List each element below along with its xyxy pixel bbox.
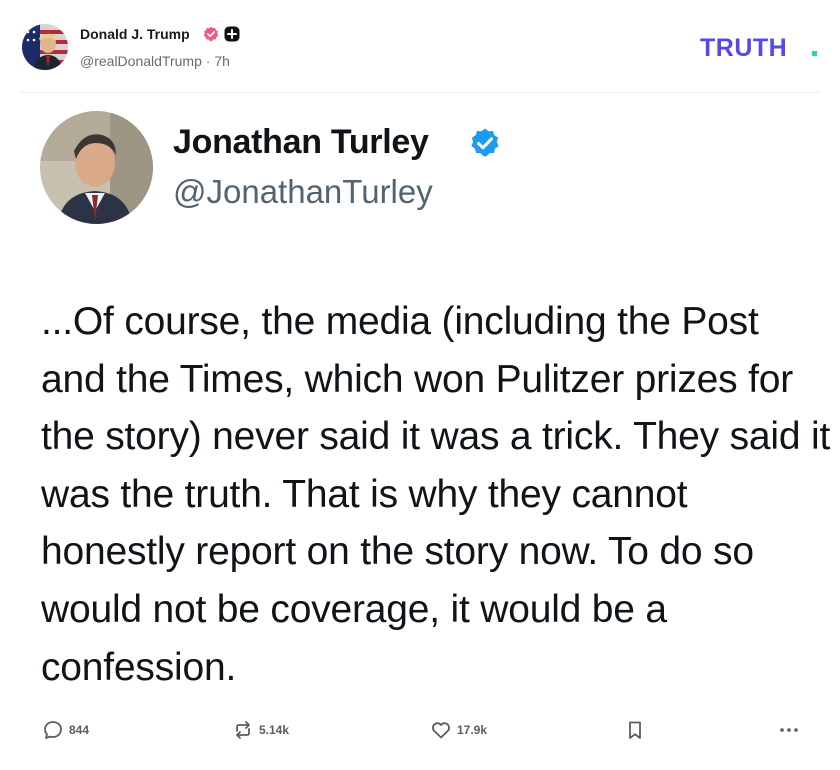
more-options-button[interactable]	[778, 718, 800, 742]
author-meta: @realDonaldTrump · 7h	[80, 53, 230, 69]
more-icon	[780, 728, 798, 732]
header-divider	[20, 92, 820, 93]
plus-badge-icon	[224, 26, 240, 42]
avatar-image	[22, 24, 68, 70]
embedded-post-image[interactable]: Jonathan Turley @JonathanTurley ...Of co…	[0, 95, 840, 695]
bookmark-icon	[629, 721, 641, 739]
author-name[interactable]: Donald J. Trump	[80, 26, 190, 42]
heart-icon	[432, 722, 450, 739]
post-header: Donald J. Trump @realDonaldTrump · 7h TR…	[0, 0, 840, 80]
author-avatar[interactable]	[22, 24, 68, 70]
truth-logo: TRUTH	[698, 34, 822, 62]
verified-badge-icon	[203, 26, 219, 42]
action-bar: 844 5.14k 17.9k	[0, 712, 840, 752]
like-count: 17.9k	[457, 723, 488, 737]
repost-count: 5.14k	[259, 723, 290, 737]
embedded-avatar	[40, 111, 153, 224]
svg-text:TRUTH: TRUTH	[700, 34, 787, 60]
repost-button[interactable]: 5.14k	[232, 718, 289, 742]
reply-icon	[44, 721, 62, 739]
repost-icon	[236, 721, 250, 739]
embedded-post-text: ...Of course, the media (including the P…	[41, 300, 831, 689]
meta-separator: ·	[205, 53, 211, 69]
reply-count: 844	[69, 723, 90, 737]
author-handle[interactable]: @realDonaldTrump	[80, 53, 202, 69]
embedded-author-name: Jonathan Turley	[173, 123, 429, 161]
reply-button[interactable]: 844	[42, 718, 89, 742]
post-time[interactable]: 7h	[214, 53, 230, 69]
verified-check-icon	[468, 127, 502, 161]
like-button[interactable]: 17.9k	[430, 718, 487, 742]
embedded-author-handle: @JonathanTurley	[173, 173, 433, 210]
bookmark-button[interactable]	[624, 718, 646, 742]
